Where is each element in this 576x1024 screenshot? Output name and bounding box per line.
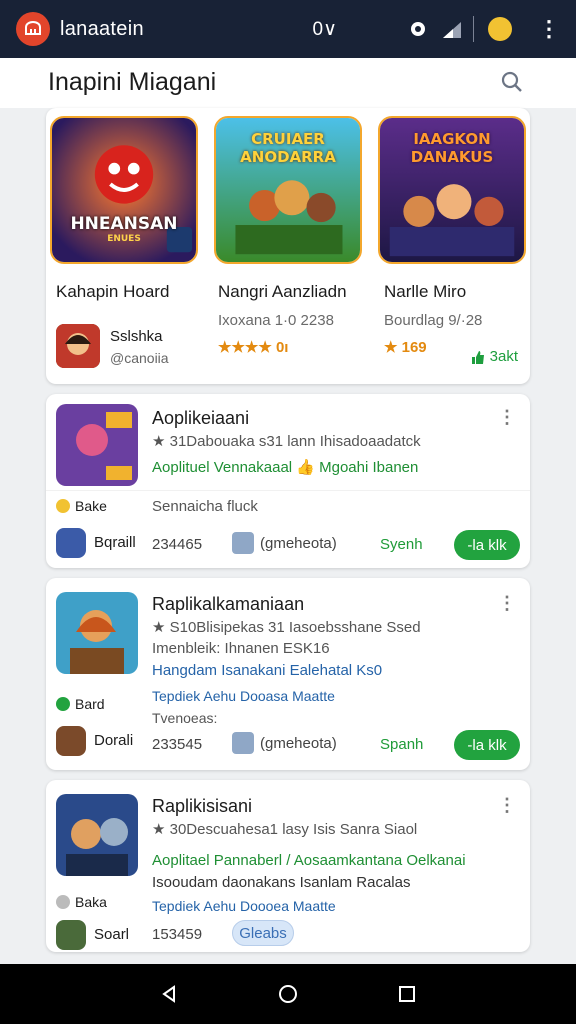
overflow-menu-icon[interactable]: ⋮: [538, 18, 560, 40]
divider: [46, 490, 530, 491]
app-card-3[interactable]: Raplikisisani ⋮ ★ 30Descuahesa1 lasy Isi…: [46, 780, 530, 952]
app-rating-line: ★ 31Dabouaka s31 lann Ihisadoaadatck: [152, 433, 421, 450]
tile-title: HNEANSAN: [70, 214, 178, 234]
counter-dropdown[interactable]: 0∨: [313, 18, 337, 41]
recents-icon[interactable]: [397, 984, 417, 1004]
download-count: 153459: [152, 926, 203, 943]
app-info-line: Aoplitael Pannaberl / Aosaamkantana Oelk…: [152, 852, 466, 869]
featured-tile-3[interactable]: IAAGKON DANAKUS: [378, 116, 526, 264]
app-thumbnail: [56, 794, 138, 876]
app-card-2[interactable]: Raplikalkamaniaan ⋮ ★ S10Blisipekas 31 I…: [46, 578, 530, 770]
featured-name-1: Kahapin Hoard: [56, 282, 170, 301]
meta-icon: [232, 732, 254, 754]
more-options-icon[interactable]: ⋮: [498, 796, 516, 814]
mini-avatar[interactable]: [56, 528, 86, 558]
divider: [473, 16, 474, 42]
mini-name: Bqraill: [94, 534, 136, 551]
app-rating-line: ★ 30Descuahesa1 lasy Isis Sanra Siaol: [152, 821, 418, 838]
signal-icon: [441, 18, 463, 40]
mini-avatar[interactable]: [56, 726, 86, 756]
app-info-line: Aoplituel Vennakaaal 👍 Mgoahi Ibanen: [152, 459, 419, 476]
open-link[interactable]: Spanh: [380, 736, 423, 753]
mini-name: Dorali: [94, 732, 134, 749]
featured-rating-2: ★★★★ 0ı: [218, 339, 289, 356]
meta-icon: [232, 532, 254, 554]
app-tag: Baka: [56, 894, 107, 910]
install-button[interactable]: -la klk: [454, 530, 520, 560]
tag-label: Bard: [75, 696, 105, 712]
tile-title: IAAGKON DANAKUS: [410, 130, 494, 166]
tile-title: CRUIAER ANODARRA: [240, 130, 336, 166]
user-avatar[interactable]: [488, 17, 512, 41]
app-info-line-2: Isooudam daonakans Isanlam Racalas: [152, 874, 411, 891]
app-thumbnail: [56, 592, 138, 674]
app-thumbnail: [56, 404, 138, 486]
app-card-1[interactable]: Aoplikeiaani ⋮ ★ 31Dabouaka s31 lann Ihi…: [46, 394, 530, 568]
category-chip[interactable]: Gleabs: [232, 920, 294, 946]
app-tag: Bake: [56, 498, 107, 514]
mini-avatar[interactable]: [56, 920, 86, 950]
app-info-line: Imenbleik: Ihnanen ESK16: [152, 640, 330, 657]
featured-tile-1[interactable]: HNEANSAN ENUES: [50, 116, 198, 264]
tile-subtitle: ENUES: [107, 234, 141, 244]
meta-label: (gmeheota): [260, 734, 337, 752]
meta-info: (gmeheota): [232, 532, 337, 554]
download-count: 233545: [152, 736, 203, 753]
app-info-line-2: Hangdam Isanakani Ealehatal Ks0: [152, 662, 383, 679]
app-info-line-3: Tepdiek Aehu Doooea Maatte: [152, 898, 336, 914]
featured-sub-3: Bourdlag 9/·28: [384, 312, 483, 329]
app-logo[interactable]: [16, 12, 50, 46]
install-button[interactable]: -la klk: [454, 730, 520, 760]
app-logo-icon: [25, 21, 41, 35]
app-info-line-4: Tvenoeas:: [152, 710, 218, 726]
tag-line: Sennaicha fluck: [152, 498, 258, 515]
page-title: Inapini Miagani: [48, 68, 217, 96]
featured-action-button[interactable]: 3akt: [470, 348, 518, 365]
app-rating-line: ★ S10Blisipekas 31 Iasoebsshane Ssed: [152, 619, 421, 636]
featured-action-label: 3akt: [489, 348, 518, 365]
app-title: lanaatein: [60, 17, 144, 40]
tag-label: Baka: [75, 894, 107, 910]
app-title: Raplikalkamaniaan: [152, 594, 305, 614]
app-title: Aoplikeiaani: [152, 408, 250, 428]
meta-label: (gmeheota): [260, 534, 337, 552]
circle-icon: [56, 895, 70, 909]
featured-user-name: Sslshka: [110, 328, 163, 345]
featured-section: HNEANSAN ENUES CRUIAER ANODARRA IAAGKON …: [46, 108, 530, 384]
featured-rating-3: ★ 169: [384, 339, 427, 356]
more-options-icon[interactable]: ⋮: [498, 408, 516, 426]
page-header: Inapini Miagani: [0, 58, 576, 108]
featured-user-avatar[interactable]: [56, 324, 100, 368]
tag-label: Bake: [75, 498, 107, 514]
app-title: Raplikisisani: [152, 796, 253, 816]
more-options-icon[interactable]: ⋮: [498, 594, 516, 612]
app-tag: Bard: [56, 696, 105, 712]
settings-icon[interactable]: [407, 18, 429, 40]
featured-user-handle: @canoiia: [110, 350, 169, 366]
home-icon[interactable]: [278, 984, 298, 1004]
open-link[interactable]: Syenh: [380, 536, 423, 553]
emoji-icon: [56, 499, 70, 513]
featured-name-2: Nangri Aanzliadn: [218, 282, 347, 301]
meta-info: (gmeheota): [232, 732, 337, 754]
download-count: 234465: [152, 536, 203, 553]
navigation-bar: [0, 964, 576, 1024]
play-icon: [56, 697, 70, 711]
back-icon[interactable]: [159, 984, 179, 1004]
featured-name-3: Narlle Miro: [384, 282, 467, 301]
thumbs-up-icon: [471, 350, 484, 364]
featured-tile-2[interactable]: CRUIAER ANODARRA: [214, 116, 362, 264]
status-bar: lanaatein 0∨ ⋮: [0, 0, 576, 58]
search-icon[interactable]: [500, 70, 524, 94]
app-info-line-3: Tepdiek Aehu Dooasa Maatte: [152, 688, 335, 704]
featured-sub-2: Ixoxana 1·0 2238: [218, 312, 334, 329]
mini-name: Soarl: [94, 926, 130, 943]
